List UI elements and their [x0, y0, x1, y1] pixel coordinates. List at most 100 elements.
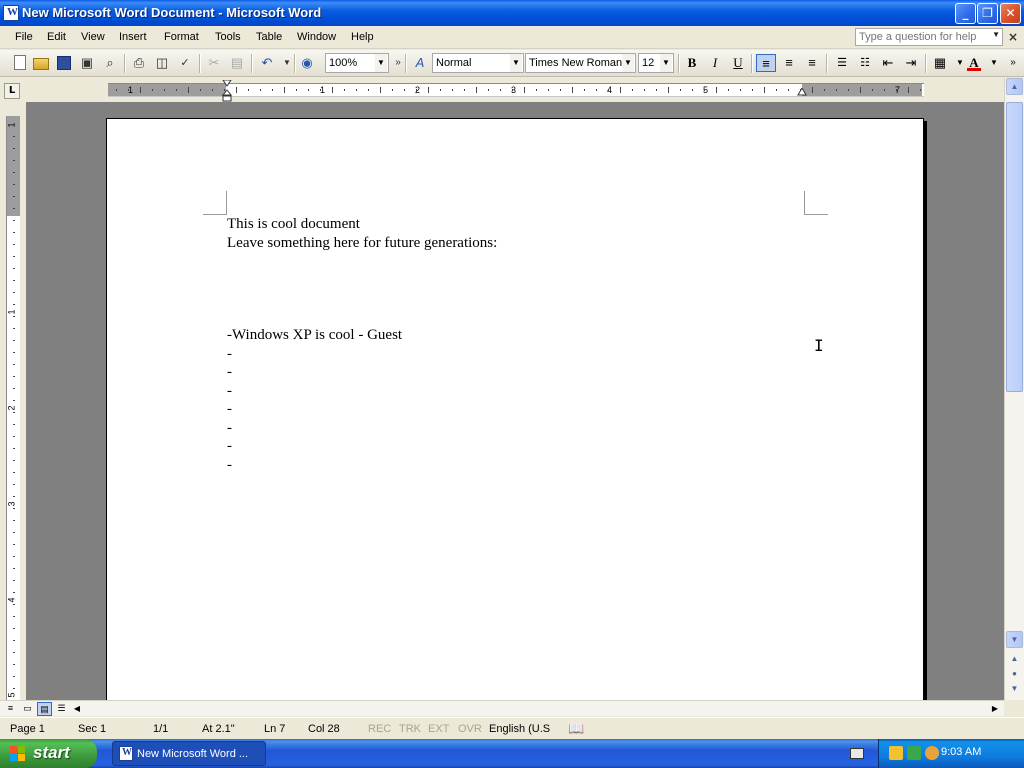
scroll-down-icon[interactable]: ▼: [1006, 631, 1023, 648]
status-ext[interactable]: EXT: [428, 723, 449, 735]
close-button[interactable]: ✕: [1000, 3, 1021, 24]
styles-icon[interactable]: A: [411, 54, 429, 72]
document-line[interactable]: -: [227, 363, 232, 381]
search-icon[interactable]: [925, 746, 939, 760]
permission-icon[interactable]: ▣: [78, 54, 96, 72]
spelling-icon[interactable]: ✓: [176, 54, 194, 72]
document-line[interactable]: Leave something here for future generati…: [227, 234, 497, 252]
document-line[interactable]: -: [227, 419, 232, 437]
ruler-tick: [13, 340, 15, 341]
menu-format[interactable]: Format: [164, 31, 199, 43]
status-trk[interactable]: TRK: [399, 723, 421, 735]
scroll-up-icon[interactable]: ▲: [1006, 78, 1023, 95]
save-icon[interactable]: [55, 54, 73, 72]
word-app-icon[interactable]: [3, 5, 19, 21]
font-color-icon[interactable]: A: [964, 54, 984, 72]
italic-button[interactable]: I: [705, 54, 725, 72]
ruler-tick: [440, 89, 441, 91]
scroll-thumb[interactable]: [1006, 102, 1023, 392]
security-shield-icon[interactable]: [889, 746, 903, 760]
paste-icon[interactable]: ▤: [228, 54, 246, 72]
chevron-down-icon[interactable]: ▼: [622, 54, 634, 72]
help-search-box[interactable]: ▼: [855, 28, 1003, 46]
chevron-down-icon[interactable]: ▼: [375, 54, 387, 72]
align-right-icon[interactable]: ≡: [802, 54, 822, 72]
status-ovr[interactable]: OVR: [458, 723, 482, 735]
style-select[interactable]: Normal ▼: [432, 53, 524, 73]
scroll-right-icon[interactable]: ▶: [988, 702, 1002, 716]
numbering-icon[interactable]: ☰: [832, 54, 852, 72]
clock[interactable]: 9:03 AM: [941, 746, 981, 758]
menu-insert[interactable]: Insert: [119, 31, 147, 43]
ruler-tick: [512, 89, 513, 91]
bold-button[interactable]: B: [682, 54, 702, 72]
print-layout-icon[interactable]: ▤: [37, 702, 52, 716]
start-button[interactable]: start: [0, 739, 97, 768]
tab-selector[interactable]: L: [4, 83, 20, 99]
new-icon[interactable]: [11, 54, 29, 72]
open-icon[interactable]: [33, 54, 51, 72]
ruler-tick: [13, 604, 15, 605]
menu-table[interactable]: Table: [256, 31, 282, 43]
ruler-tick: [13, 580, 15, 581]
research-icon[interactable]: ◉: [298, 54, 316, 72]
underline-button[interactable]: U: [728, 54, 748, 72]
chevron-down-icon[interactable]: ▼: [660, 54, 672, 72]
close-document-icon[interactable]: ×: [1008, 30, 1018, 44]
font-size-value: 12: [642, 57, 655, 69]
ruler-tick: [884, 89, 885, 91]
help-search-input[interactable]: [856, 29, 984, 45]
web-layout-icon[interactable]: ▭: [20, 702, 35, 716]
document-line[interactable]: -: [227, 456, 232, 474]
vertical-scrollbar[interactable]: ▲ ▼ ▲ ● ▼: [1004, 78, 1024, 700]
status-rec[interactable]: REC: [368, 723, 391, 735]
normal-view-icon[interactable]: ≡: [3, 702, 18, 716]
document-line[interactable]: -: [227, 345, 232, 363]
search-icon[interactable]: ⌕: [101, 54, 119, 72]
center-icon[interactable]: ≡: [779, 54, 799, 72]
font-select[interactable]: Times New Roman ▼: [525, 53, 636, 73]
print-icon[interactable]: ⎙: [130, 54, 148, 72]
document-line[interactable]: -Windows XP is cool - Guest: [227, 326, 402, 344]
font-size-select[interactable]: 12 ▼: [638, 53, 674, 73]
scroll-left-icon[interactable]: ◀: [70, 702, 84, 716]
horizontal-scrollbar[interactable]: ≡ ▭ ▤ ☰ ◀ ▶: [0, 700, 1004, 716]
chevron-down-icon[interactable]: ▼: [992, 30, 1000, 39]
vertical-ruler[interactable]: 1 1 2 3 4 5: [6, 116, 20, 700]
document-line[interactable]: This is cool document: [227, 215, 360, 233]
right-indent-marker[interactable]: [797, 88, 807, 96]
document-line[interactable]: -: [227, 437, 232, 455]
decrease-indent-icon[interactable]: ⇤: [878, 54, 898, 72]
minimize-button[interactable]: _: [955, 3, 976, 24]
document-line[interactable]: -: [227, 382, 232, 400]
undo-icon[interactable]: ↶: [258, 54, 276, 72]
keyboard-language-icon[interactable]: [850, 748, 864, 759]
menu-edit[interactable]: Edit: [47, 31, 66, 43]
document-line[interactable]: -: [227, 400, 232, 418]
menu-help[interactable]: Help: [351, 31, 374, 43]
menu-file[interactable]: File: [15, 31, 33, 43]
borders-icon[interactable]: ▦: [930, 54, 950, 72]
chevron-down-icon[interactable]: ▼: [510, 54, 522, 72]
outline-view-icon[interactable]: ☰: [54, 702, 69, 716]
cut-icon[interactable]: ✂: [205, 54, 223, 72]
align-left-icon[interactable]: ≡: [756, 54, 776, 72]
increase-indent-icon[interactable]: ⇥: [901, 54, 921, 72]
menu-window[interactable]: Window: [297, 31, 336, 43]
spelling-status-icon[interactable]: 📖: [568, 721, 584, 737]
taskbar-item-word[interactable]: New Microsoft Word ...: [112, 741, 266, 766]
network-icon[interactable]: [907, 746, 921, 760]
restore-button[interactable]: ❐: [977, 3, 998, 24]
print-preview-icon[interactable]: ◫: [153, 54, 171, 72]
next-page-icon[interactable]: ▼: [1006, 681, 1023, 698]
ruler-tick: [116, 89, 117, 91]
bullets-icon[interactable]: ☷: [855, 54, 875, 72]
menu-tools[interactable]: Tools: [215, 31, 241, 43]
toolbar-options-icon[interactable]: »: [1003, 54, 1023, 72]
ruler-tick: [260, 89, 261, 91]
menu-view[interactable]: View: [81, 31, 105, 43]
document-page[interactable]: This is cool document Leave something he…: [106, 118, 924, 700]
zoom-select[interactable]: 100% ▼: [325, 53, 389, 73]
chevron-down-icon[interactable]: ▼: [984, 54, 1004, 72]
first-line-indent-marker[interactable]: [222, 80, 232, 102]
